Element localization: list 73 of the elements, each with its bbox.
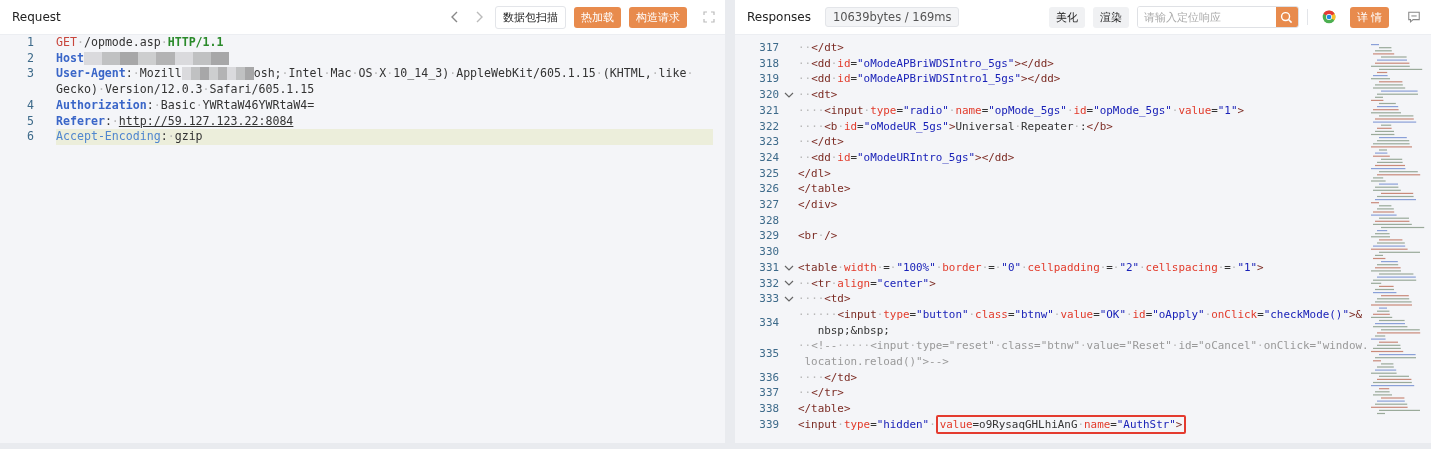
code-line: </table> [798,182,851,196]
search-button[interactable] [1275,7,1298,27]
line-number: 2 [27,50,34,65]
line-number: 320 [759,87,779,103]
code-line: <input·type="hidden"· value=o9RysaqGHLhiAnG·name="AuthStr"> [798,414,1187,434]
line-number: 323 [759,134,779,150]
line-number: 330 [759,244,779,260]
line-number: 329 [759,228,779,245]
line-number: 328 [759,212,779,229]
search-icon [1280,10,1293,24]
line-number: 339 [759,416,779,433]
view-button[interactable]: 渲染 [1092,6,1129,28]
code-line: ··<dt> [798,88,838,102]
line-number: 4 [27,97,34,112]
code-line: </dl> [798,166,831,180]
code-line: <table·width·=·"100%"·border·=·"0"·cellpadding·=·"2"·cellspacing·=·"1"> [798,260,1264,274]
code-line: location.reload()">--> [804,355,949,369]
line-number: 317 [759,40,779,56]
line-number: 326 [759,181,779,198]
line-number: 322 [759,118,779,135]
code-line: <br·/> [798,229,838,243]
code-line: ··</dt> [798,41,844,54]
line-number: 318 [759,55,779,72]
code-line: Accept-Encoding:·gzip [56,129,203,144]
line-number: 332 [759,275,779,292]
code-line: ····<b·id="oModeUR_5gs">Universal·Repeater·:</b> [798,119,1113,133]
line-number: 3 [27,66,34,81]
line-number: 327 [759,197,779,213]
code-line: ··</tr> [798,386,844,400]
view-button[interactable]: 美化 [1048,6,1085,28]
code-line: ··<dd·id="oModeURIntro_5gs"></dd> [798,150,1015,164]
code-line: ····<td> [798,292,851,306]
code-line: nbsp;&nbsp; [817,323,890,337]
code-line: Referer:·http://59.127.123.22:8084 [56,113,294,128]
code-line: ····<input·type="radio"·name="opMode_5gs"·id="opMode_5gs"·value="1"> [798,103,1244,117]
line-number: 6 [27,129,34,144]
line-number: 333 [759,291,779,307]
line-number: 5 [27,113,34,128]
line-number: 331 [759,259,779,276]
line-number: 335 [759,346,779,362]
code-line: Gecko)·Version/12.0.3·Safari/605.1.15 [56,82,315,97]
line-number: 334 [759,314,779,331]
panel-title: Responses [747,10,811,24]
line-number: 337 [759,385,779,402]
response-stats-badge: 10639bytes / 169ms [824,7,960,27]
line-number: 1 [27,35,34,49]
code-line: ··<!--·····<input·type="reset"·class="btnw"·value="Reset"·id="oCancel"·onClick="window. [798,339,1369,353]
code-line: ······<input·type="button"·class="btnw"·value="OK"·id="oApply"·onClick="checkMode()">& [798,307,1363,321]
code-line: ··<tr·align="center"> [798,276,936,290]
panel-title: Request [12,10,61,24]
line-number: 319 [759,71,779,88]
browser-icon[interactable] [1321,10,1336,24]
code-line: </div> [798,198,838,212]
line-number: 321 [759,102,779,119]
search-field[interactable]: 请输入定位响应 [1136,6,1299,28]
line-number: 338 [759,401,779,417]
highlight-box: value=o9RysaqGHLhiAnG·name="AuthStr"> [935,414,1187,434]
code-line: Authorization:·Basic·YWRtaW46YWRtaW4= [56,97,315,112]
comment-icon[interactable] [1407,10,1421,24]
line-number: 336 [759,369,779,386]
code-line: GET·/opmode.asp·HTTP/1.1 [56,35,224,49]
toolbar-button[interactable]: 数据包扫描 [495,5,566,29]
code-editor[interactable] [0,35,725,443]
code-line: ··<dd·id="oModeAPBriWDSIntro_5gs"></dd> [798,56,1054,70]
code-line: ··</dt> [798,135,844,149]
code-line: User-Agent:·Mozill osh;·Intel·Mac·OS·X·10_14_3)·AppleWebKit/605.1.15·(KHTML,·like· [56,66,694,81]
code-line: Host [56,50,229,65]
code-line: ····</td> [798,370,858,384]
code-editor[interactable] [735,35,1431,443]
line-number: 325 [759,165,779,182]
line-number: 324 [759,149,779,166]
code-line: ··<dd·id="oModeAPBriWDSIntro1_5gs"></dd> [798,72,1061,86]
code-line: </table> [798,402,851,416]
